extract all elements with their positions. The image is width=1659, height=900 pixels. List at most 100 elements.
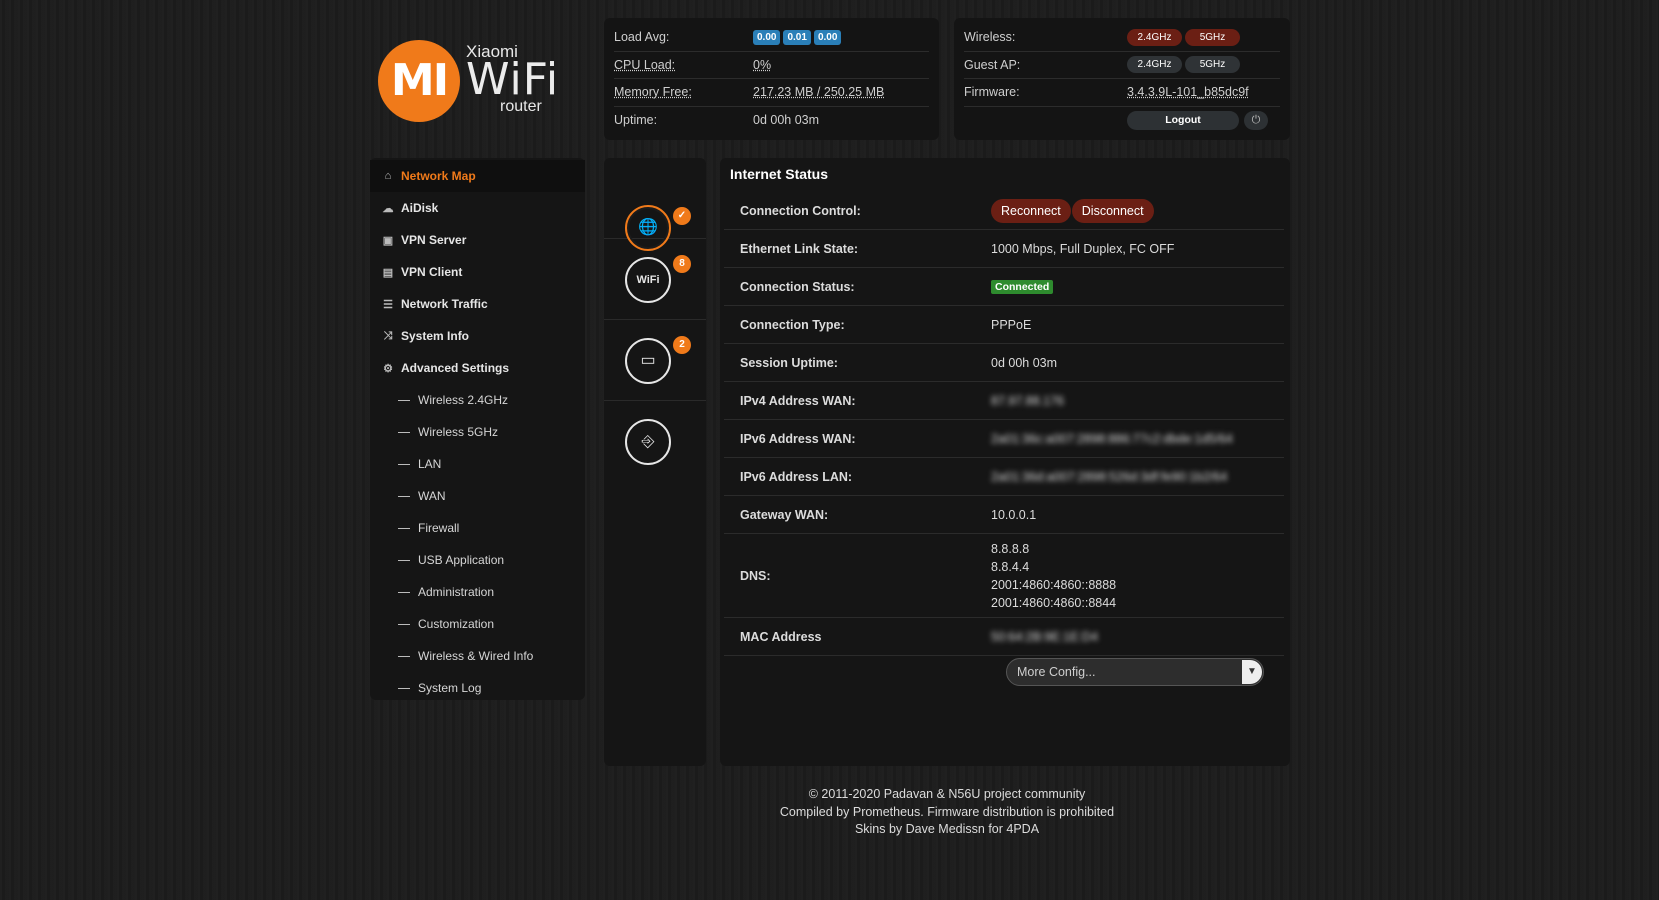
mac-address-row: MAC Address 50:64:2B:9E:1E:D4 (724, 618, 1284, 656)
internet-ok-badge: ✓ (673, 207, 691, 225)
dns-label: DNS: (740, 568, 771, 583)
logo-sub: router (500, 98, 542, 115)
clients-count-badge: 2 (673, 336, 691, 354)
sidebar-item-network-map[interactable]: ⌂ Network Map (370, 160, 585, 192)
sidebar-item-label: VPN Client (401, 265, 463, 279)
sidebar-subitem-label: Firewall (418, 521, 460, 535)
gear-icon: ⚙ (383, 362, 393, 375)
chevron-down-icon[interactable]: ▼ (1242, 660, 1262, 684)
session-uptime-value: 0d 00h 03m (991, 355, 1058, 370)
internet-status-cell[interactable]: 🌐 ✓ (604, 158, 706, 251)
mi-logo-mark: MI (378, 40, 460, 122)
memory-value[interactable]: 217.23 MB / 250.25 MB (753, 85, 884, 99)
load-avg-1: 0.00 (753, 30, 781, 46)
cpu-load-value[interactable]: 0% (753, 58, 771, 72)
wireless-5-toggle[interactable]: 5GHz (1185, 28, 1240, 46)
sidebar-subitem-wireless-5[interactable]: Wireless 5GHz (370, 416, 585, 448)
firmware-version-link[interactable]: 3.4.3.9L-101_b85dc9f (1127, 85, 1249, 99)
sidebar-subitem-firewall[interactable]: Firewall (370, 512, 585, 544)
sidebar-item-label: Advanced Settings (401, 361, 510, 375)
uptime-value: 0d 00h 03m (753, 113, 820, 128)
guest-24-toggle[interactable]: 2.4GHz (1127, 56, 1182, 74)
sidebar-subitem-wireless-wired-info[interactable]: Wireless & Wired Info (370, 640, 585, 672)
wifi-count-badge: 8 (673, 255, 691, 273)
wifi-status-cell[interactable]: WiFi 8 (604, 239, 706, 320)
sidebar-subitem-label: LAN (418, 457, 442, 471)
connection-type-row: Connection Type: PPPoE (724, 306, 1284, 344)
memory-label[interactable]: Memory Free: (614, 85, 753, 99)
cpu-load-label[interactable]: CPU Load: (614, 58, 753, 72)
sidebar-subitem-label: USB Application (418, 553, 505, 567)
gateway-wan-row: Gateway WAN: 10.0.0.1 (724, 496, 1284, 534)
cpu-load-row: CPU Load: 0% (614, 52, 929, 79)
uptime-label: Uptime: (614, 113, 658, 128)
dns-entry: 2001:4860:4860::8888 (991, 577, 1117, 592)
sidebar-item-system-info[interactable]: ⤨ System Info (370, 320, 585, 352)
sidebar-subitem-lan[interactable]: LAN (370, 448, 585, 480)
sidebar-subitem-wan[interactable]: WAN (370, 480, 585, 512)
sidebar-subitem-label: Wireless & Wired Info (418, 649, 534, 663)
panel-title: Internet Status (730, 166, 829, 182)
internet-status-panel: Internet Status Connection Control: Reco… (720, 158, 1290, 766)
sidebar-subitem-label: System Log (418, 681, 482, 695)
vpn-client-icon: ▤ (382, 266, 394, 279)
ethernet-link-value: 1000 Mbps, Full Duplex, FC OFF (991, 241, 1175, 256)
network-map-icons: 🌐 ✓ WiFi 8 ▭ 2 ⎆ (604, 158, 706, 766)
dns-entry: 8.8.4.4 (991, 559, 1030, 574)
clients-devices-icon[interactable]: ▭ (625, 338, 671, 384)
load-avg-label: Load Avg: (614, 30, 670, 45)
mac-address-value: 50:64:2B:9E:1E:D4 (991, 629, 1099, 644)
sidebar-subitem-label: WAN (418, 489, 446, 503)
wireless-label: Wireless: (964, 30, 1016, 45)
sidebar-item-label: VPN Server (401, 233, 467, 247)
footer-skins: Skins by Dave Medissn for 4PDA (854, 822, 1040, 836)
sidebar-subitem-label: Administration (418, 585, 495, 599)
wifi-icon[interactable]: WiFi (625, 257, 671, 303)
dns-entry: 8.8.8.8 (991, 541, 1030, 556)
ethernet-link-label: Ethernet Link State: (740, 241, 859, 256)
logout-row: Logout ⏻ (964, 107, 1280, 135)
sidebar-item-vpn-client[interactable]: ▤ VPN Client (370, 256, 585, 288)
clients-status-cell[interactable]: ▭ 2 (604, 320, 706, 401)
gateway-wan-value: 10.0.0.1 (991, 507, 1037, 522)
cloud-icon: ☁ (382, 202, 394, 215)
sidebar-subitem-system-log[interactable]: System Log (370, 672, 585, 704)
sidebar-subitem-customization[interactable]: Customization (370, 608, 585, 640)
sidebar-item-network-traffic[interactable]: ☰ Network Traffic (370, 288, 585, 320)
sidebar-subitem-administration[interactable]: Administration (370, 576, 585, 608)
guest-5-toggle[interactable]: 5GHz (1185, 56, 1240, 74)
sidebar-item-label: AiDisk (401, 201, 439, 215)
footer: © 2011-2020 Padavan & N56U project commu… (604, 786, 1290, 839)
sidebar-subitem-usb-application[interactable]: USB Application (370, 544, 585, 576)
mac-address-label: MAC Address (740, 629, 822, 644)
uptime-row: Uptime: 0d 00h 03m (614, 107, 929, 135)
ipv6-lan-value: 2a01:36d:a007:2898:526d:3df:fe90:1b2/64 (991, 469, 1228, 484)
ipv4-wan-label: IPv4 Address WAN: (740, 393, 856, 408)
dns-list: 8.8.8.8 8.8.4.4 2001:4860:4860::8888 200… (991, 540, 1116, 612)
sidebar-menu: ⌂ Network Map ☁ AiDisk ▣ VPN Server ▤ VP… (370, 158, 585, 700)
ipv6-wan-value: 2a01:36c:a007:2898:886:77c2:dbde:1d5/64 (991, 431, 1233, 446)
disconnect-button[interactable]: Disconnect (1071, 198, 1154, 223)
power-icon[interactable]: ⏻ (1244, 110, 1268, 130)
guest-ap-label: Guest AP: (964, 57, 1021, 72)
wireless-24-toggle[interactable]: 2.4GHz (1127, 28, 1182, 46)
memory-row: Memory Free: 217.23 MB / 250.25 MB (614, 79, 929, 107)
sidebar-item-vpn-server[interactable]: ▣ VPN Server (370, 224, 585, 256)
footer-copyright: © 2011-2020 Padavan & N56U project commu… (808, 787, 1086, 801)
sidebar-item-advanced-settings[interactable]: ⚙ Advanced Settings (370, 352, 585, 384)
dns-row: DNS: 8.8.8.8 8.8.4.4 2001:4860:4860::888… (724, 534, 1284, 618)
connection-type-value: PPPoE (991, 317, 1032, 332)
load-avg-15: 0.00 (813, 30, 842, 46)
firmware-row: Firmware: 3.4.3.9L-101_b85dc9f (964, 79, 1280, 107)
load-avg-row: Load Avg: 0.00 0.01 0.00 (614, 24, 929, 52)
xiaomi-wifi-logo: MI Xiaomi WiFi router (378, 36, 578, 126)
sidebar-item-aidisk[interactable]: ☁ AiDisk (370, 192, 585, 224)
footer-compiled: Compiled by Prometheus. Firmware distrib… (779, 804, 1115, 819)
reconnect-button[interactable]: Reconnect (991, 198, 1071, 223)
usb-drive-icon[interactable]: ⎆ (625, 419, 671, 465)
usb-status-cell[interactable]: ⎆ (604, 401, 706, 482)
more-config-select[interactable]: More Config... ▼ (1006, 658, 1264, 686)
more-config-selected: More Config... (1017, 665, 1096, 679)
logout-button[interactable]: Logout (1127, 110, 1239, 130)
sidebar-subitem-wireless-24[interactable]: Wireless 2.4GHz (370, 384, 585, 416)
